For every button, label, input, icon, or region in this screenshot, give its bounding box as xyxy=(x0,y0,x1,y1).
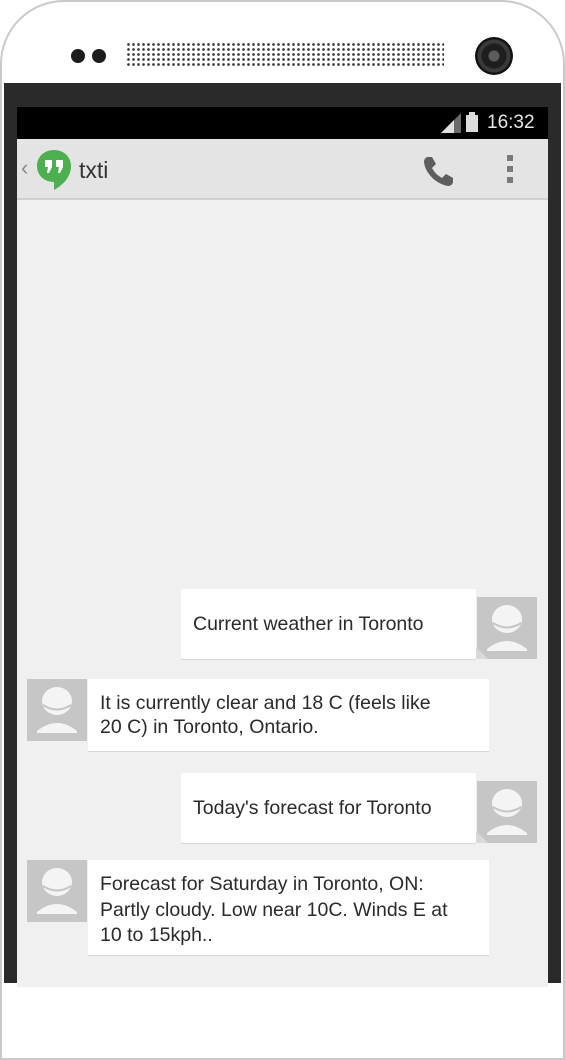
bubble-tail xyxy=(476,831,488,843)
action-bar: ‹ txti xyxy=(17,139,548,200)
bubble-tail xyxy=(476,647,488,659)
sensor-dot xyxy=(71,49,85,63)
speaker-grille xyxy=(126,42,444,68)
signal-icon xyxy=(441,113,461,133)
status-time: 16:32 xyxy=(487,112,535,133)
message-text-line: 10 to 15kph.. xyxy=(100,924,213,946)
avatar[interactable] xyxy=(27,679,87,741)
message-text-line: Forecast for Saturday in Toronto, ON: xyxy=(100,873,424,895)
status-bar: 16:32 xyxy=(17,107,548,139)
overflow-menu-icon[interactable] xyxy=(507,155,513,185)
message-text-line: 20 C) in Toronto, Ontario. xyxy=(100,716,319,738)
message-outgoing[interactable]: Current weather in Toronto xyxy=(181,589,476,659)
phone-icon[interactable] xyxy=(421,153,457,189)
message-incoming[interactable]: Forecast for Saturday in Toronto, ON: Pa… xyxy=(88,860,489,955)
conversation-title[interactable]: txti xyxy=(79,157,108,184)
message-outgoing[interactable]: Today's forecast for Toronto xyxy=(181,773,476,843)
hangouts-icon[interactable] xyxy=(36,149,72,191)
battery-icon xyxy=(466,112,478,132)
sensor-dot xyxy=(92,49,106,63)
person-icon xyxy=(37,868,77,914)
message-text: Today's forecast for Toronto xyxy=(193,797,432,819)
message-incoming[interactable]: It is currently clear and 18 C (feels li… xyxy=(88,679,489,751)
chevron-left-icon[interactable]: ‹ xyxy=(21,155,28,181)
message-text-line: It is currently clear and 18 C (feels li… xyxy=(100,692,431,714)
person-icon xyxy=(37,687,77,733)
front-camera xyxy=(475,37,513,75)
phone-screen: 16:32 ‹ txti Current weather in Toronto xyxy=(17,107,548,987)
message-text: Current weather in Toronto xyxy=(193,613,424,635)
message-text-line: Partly cloudy. Low near 10C. Winds E at xyxy=(100,899,448,921)
avatar[interactable] xyxy=(27,860,87,922)
